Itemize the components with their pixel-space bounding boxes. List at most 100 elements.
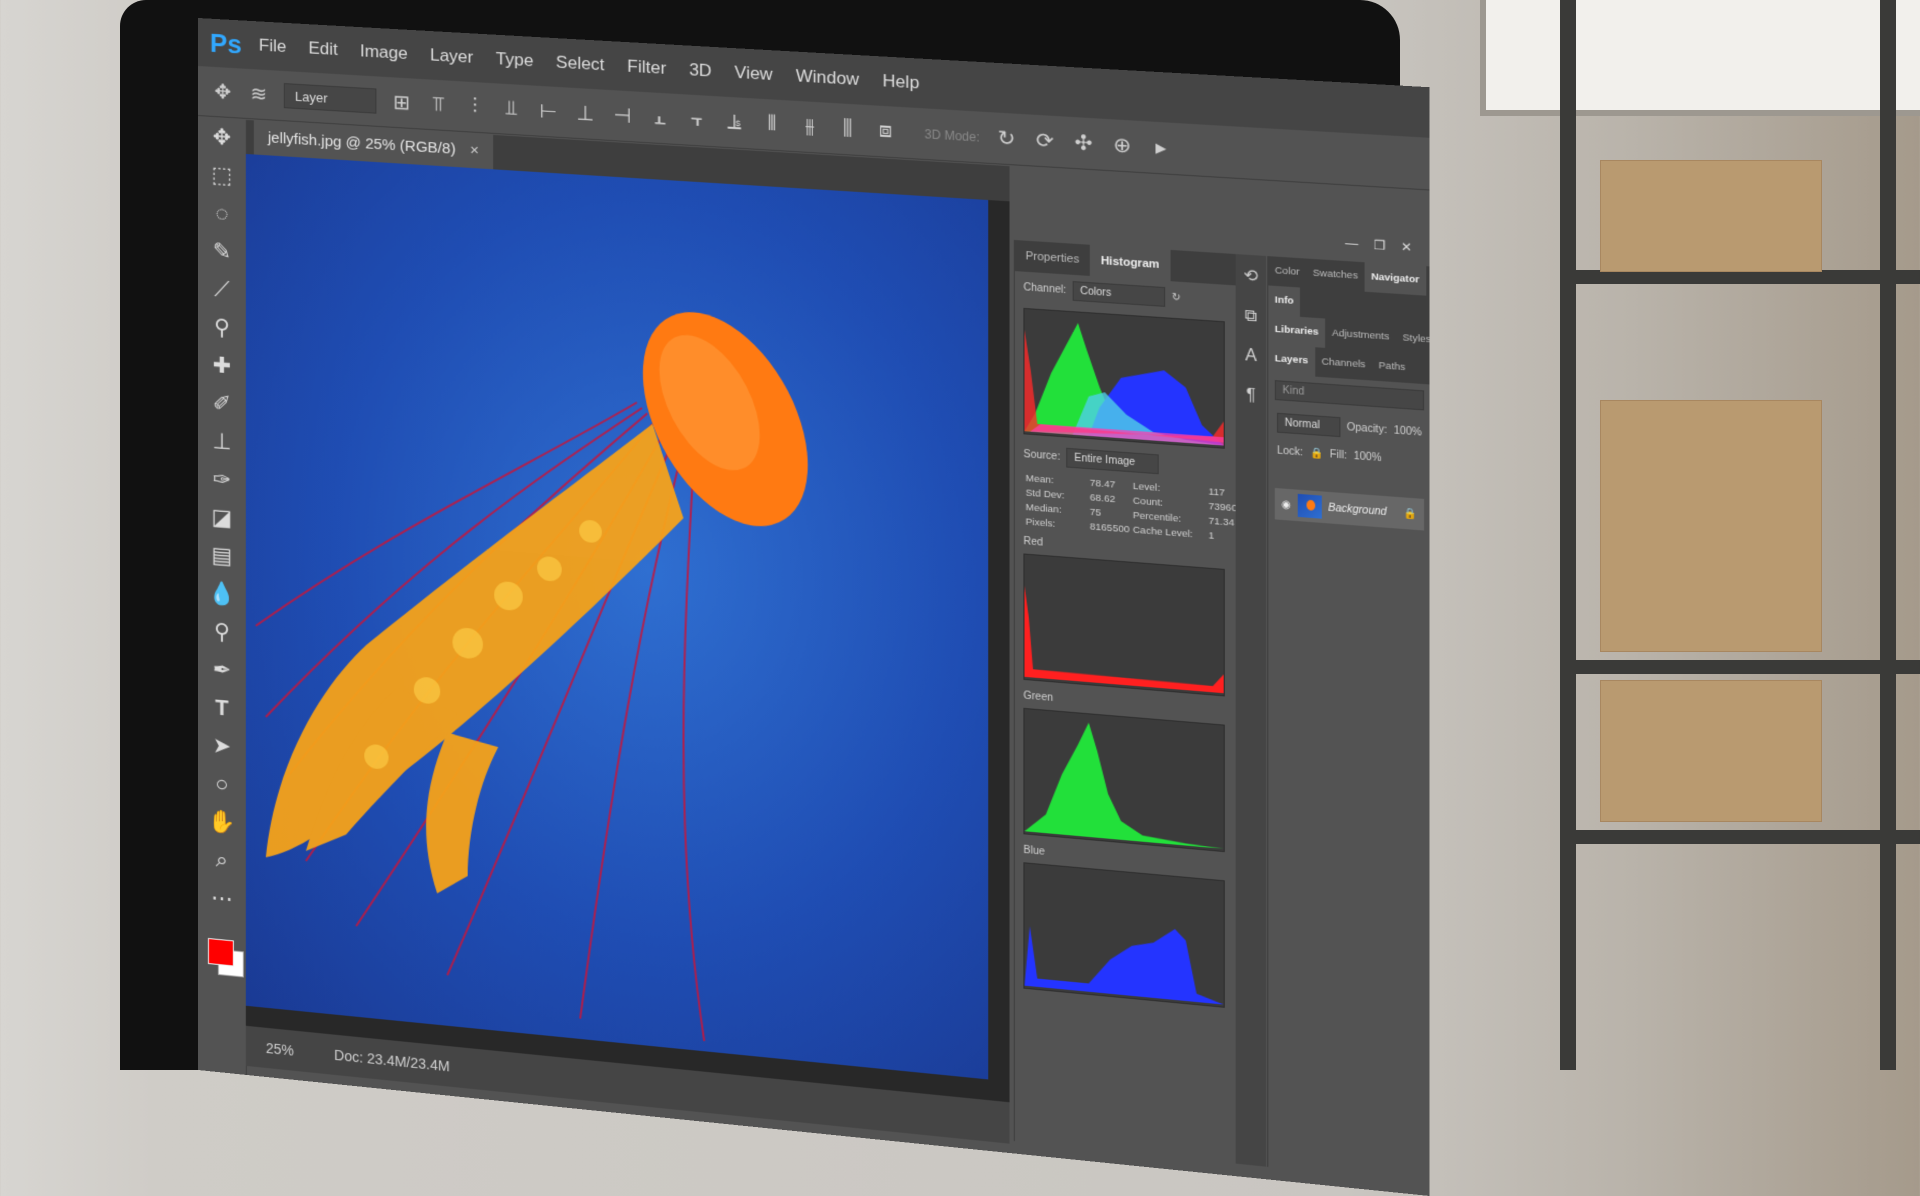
distribute-bottom-icon[interactable]: ⫡ — [723, 110, 746, 135]
marquee-tool-icon[interactable]: ⬚ — [198, 155, 246, 196]
minimize-icon[interactable]: — — [1345, 236, 1358, 252]
menu-3d[interactable]: 3D — [689, 60, 712, 82]
transform-controls-icon[interactable]: ⊞ — [391, 89, 413, 116]
tab-color[interactable]: Color — [1268, 256, 1306, 288]
pen-tool-icon[interactable]: ✒ — [198, 649, 246, 691]
move-tool-icon[interactable]: ✥ — [198, 117, 246, 158]
auto-align-icon[interactable]: ⧈ — [874, 119, 897, 144]
paragraph-icon[interactable]: ¶ — [1236, 375, 1266, 417]
foreground-color-swatch[interactable] — [207, 937, 234, 967]
more-tools-icon[interactable]: ⋯ — [198, 877, 246, 920]
stat-label: Std Dev: — [1025, 487, 1065, 502]
menu-file[interactable]: File — [259, 35, 286, 57]
quick-select-tool-icon[interactable]: ✎ — [198, 231, 246, 272]
monitor-bezel: Ps File Edit Image Layer Type Select Fil… — [120, 0, 1430, 1196]
image-canvas[interactable] — [245, 153, 989, 1080]
menu-layer[interactable]: Layer — [430, 45, 473, 68]
align-left-icon[interactable]: ⊢ — [537, 98, 560, 125]
tab-adjustments[interactable]: Adjustments — [1325, 319, 1396, 353]
3d-pan-icon[interactable]: ✣ — [1072, 129, 1096, 156]
opacity-value[interactable]: 100% — [1394, 425, 1422, 439]
menu-help[interactable]: Help — [882, 71, 919, 94]
tab-channels[interactable]: Channels — [1315, 347, 1372, 380]
blend-mode-dropdown[interactable]: Normal — [1277, 412, 1341, 438]
restore-icon[interactable]: ❐ — [1374, 238, 1386, 253]
3d-roll-icon[interactable]: ⟳ — [1033, 127, 1057, 154]
source-dropdown[interactable]: Entire Image — [1066, 447, 1160, 475]
character-icon[interactable]: A — [1236, 336, 1266, 378]
menu-edit[interactable]: Edit — [308, 38, 337, 60]
channel-label: Channel: — [1023, 281, 1067, 297]
eraser-tool-icon[interactable]: ◪ — [198, 497, 246, 539]
distribute-center-icon[interactable]: ⫵ — [798, 114, 821, 139]
align-middle-icon[interactable]: ⫶ — [464, 95, 486, 120]
zoom-tool-icon[interactable]: ⌕ — [198, 839, 246, 881]
stamp-tool-icon[interactable]: ⊥ — [198, 421, 246, 463]
tab-libraries[interactable]: Libraries — [1268, 314, 1326, 348]
3d-rotate-icon[interactable]: ↻ — [995, 125, 1018, 152]
shape-tool-icon[interactable]: ○ — [198, 763, 246, 805]
distribute-middle-icon[interactable]: ⫟ — [686, 108, 709, 133]
menu-window[interactable]: Window — [796, 66, 859, 90]
doc-size-info[interactable]: Doc: 23.4M/23.4M — [334, 1047, 450, 1075]
zoom-level[interactable]: 25% — [266, 1040, 294, 1059]
auto-select-dropdown[interactable]: Layer — [283, 83, 377, 114]
align-center-icon[interactable]: ⊥ — [574, 100, 597, 127]
stat-label: Median: — [1025, 501, 1062, 516]
layers-stack-icon[interactable]: ≋ — [248, 81, 270, 107]
blur-tool-icon[interactable]: 💧 — [198, 573, 246, 615]
fill-value[interactable]: 100% — [1354, 451, 1382, 465]
tab-histogram[interactable]: Histogram — [1089, 244, 1171, 282]
tab-layers[interactable]: Layers — [1268, 344, 1315, 377]
3d-slide-icon[interactable]: ⊕ — [1110, 132, 1134, 159]
histogram-panel: Properties Histogram Channel: Colors ↻ S… — [1013, 239, 1237, 1164]
actions-icon[interactable]: ⧉ — [1236, 296, 1266, 338]
align-bottom-icon[interactable]: ⫫ — [500, 97, 522, 122]
path-selection-tool-icon[interactable]: ➤ — [198, 725, 246, 767]
distribute-top-icon[interactable]: ⫠ — [648, 106, 671, 131]
history-brush-tool-icon[interactable]: ✑ — [198, 459, 246, 501]
channel-dropdown[interactable]: Colors — [1072, 281, 1166, 307]
tab-styles[interactable]: Styles — [1396, 323, 1429, 355]
layer-filter-input[interactable]: Kind — [1274, 380, 1425, 411]
menu-image[interactable]: Image — [360, 41, 408, 64]
3d-scale-icon[interactable]: ▸ — [1149, 134, 1173, 161]
align-top-icon[interactable]: ⫪ — [427, 92, 449, 117]
wall-frame — [1480, 0, 1920, 116]
menu-view[interactable]: View — [735, 62, 773, 85]
align-right-icon[interactable]: ⊣ — [611, 102, 634, 129]
distribute-left-icon[interactable]: ⫴ — [760, 112, 783, 137]
shelf-post-left — [1560, 0, 1576, 1070]
histogram-colors — [1023, 307, 1225, 449]
stat-std-dev: 68.62 — [1089, 492, 1116, 506]
crop-tool-icon[interactable]: ⟋ — [198, 269, 246, 310]
menu-filter[interactable]: Filter — [627, 56, 666, 79]
type-tool-icon[interactable]: T — [198, 687, 246, 729]
history-icon[interactable]: ⟲ — [1236, 254, 1266, 298]
gradient-tool-icon[interactable]: ▤ — [198, 535, 246, 577]
tab-navigator[interactable]: Navigator — [1364, 262, 1426, 296]
menu-select[interactable]: Select — [556, 52, 605, 75]
eye-icon[interactable]: ◉ — [1281, 498, 1291, 510]
brush-tool-icon[interactable]: ✐ — [198, 383, 246, 425]
shelf-box — [1600, 400, 1822, 652]
tab-swatches[interactable]: Swatches — [1306, 259, 1364, 292]
hand-tool-icon[interactable]: ✋ — [198, 801, 246, 843]
tab-paths[interactable]: Paths — [1372, 351, 1412, 383]
move-tool-icon[interactable]: ✥ — [212, 79, 234, 105]
photoshop-window: Ps File Edit Image Layer Type Select Fil… — [198, 18, 1430, 1196]
lock-icon[interactable]: 🔒 — [1310, 448, 1324, 461]
lasso-tool-icon[interactable]: ◌ — [198, 193, 246, 234]
tab-info[interactable]: Info — [1268, 285, 1301, 317]
dodge-tool-icon[interactable]: ⚲ — [198, 611, 246, 653]
refresh-icon[interactable]: ↻ — [1172, 292, 1181, 304]
menu-type[interactable]: Type — [496, 49, 534, 71]
close-icon[interactable]: × — [470, 133, 479, 168]
healing-brush-tool-icon[interactable]: ✚ — [198, 345, 246, 386]
canvas-area[interactable] — [245, 153, 1010, 1103]
eyedropper-tool-icon[interactable]: ⚲ — [198, 307, 246, 348]
distribute-right-icon[interactable]: ⫼ — [836, 117, 859, 142]
tab-properties[interactable]: Properties — [1015, 240, 1090, 276]
layer-row-background[interactable]: ◉ Background 🔒 — [1274, 487, 1425, 531]
close-window-icon[interactable]: ✕ — [1401, 239, 1412, 254]
